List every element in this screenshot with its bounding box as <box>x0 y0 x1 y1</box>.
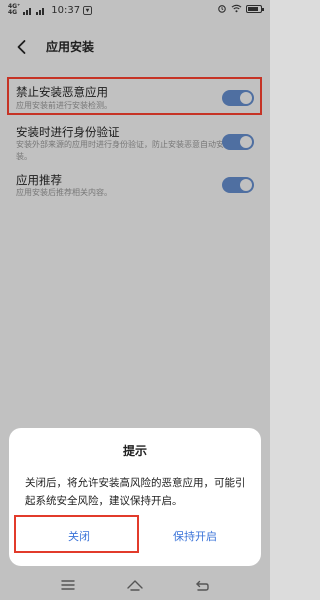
setting-desc: 应用安装前进行安装检测。 <box>16 101 112 110</box>
setting-block-malicious-apps: 禁止安装恶意应用 应用安装前进行安装检测。 <box>0 82 270 116</box>
app-recommend-toggle[interactable] <box>222 177 254 193</box>
notification-badge-icon <box>83 5 93 15</box>
toggle-knob <box>240 179 252 191</box>
setting-block-identity-verify: 安装时进行身份验证 安装外部来源的应用时进行身份验证，防止安装恶意自动安装。 <box>0 124 270 164</box>
system-nav-bar <box>0 570 270 600</box>
setting-desc: 应用安装后推荐相关内容。 <box>16 188 112 197</box>
confirm-dialog: 提示 关闭后，将允许安装高风险的恶意应用，可能引起系统安全风险，建议保持开启。 … <box>9 428 261 566</box>
page-title: 应用安装 <box>46 40 95 54</box>
setting-desc: 安装外部来源的应用时进行身份验证，防止安装恶意自动安装。 <box>16 140 224 161</box>
malicious-apps-toggle[interactable] <box>222 90 254 106</box>
keep-enabled-button[interactable]: 保持开启 <box>141 524 249 550</box>
toggle-knob <box>240 136 252 148</box>
status-bar: 4G⁺ 4G 10:37 <box>0 0 270 20</box>
identity-verify-toggle[interactable] <box>222 134 254 150</box>
setting-title: 安装时进行身份验证 <box>16 125 120 139</box>
setting-title: 应用推荐 <box>16 173 62 187</box>
status-right <box>217 4 264 13</box>
setting-title: 禁止安装恶意应用 <box>16 85 108 99</box>
network-indicator: 4G⁺ 4G <box>8 4 20 16</box>
return-icon[interactable] <box>192 576 212 594</box>
setting-block-app-recommend: 应用推荐 应用安装后推荐相关内容。 <box>0 172 270 206</box>
clock-time: 10:37 <box>51 4 81 16</box>
signal-2-icon <box>36 7 45 15</box>
battery-icon <box>246 4 264 13</box>
alarm-icon <box>218 5 226 13</box>
network-label-bottom: 4G <box>8 9 18 16</box>
close-button[interactable]: 关闭 <box>23 524 135 550</box>
signal-icon <box>23 7 32 15</box>
wifi-icon <box>231 4 242 13</box>
status-left: 4G⁺ 4G 10:37 <box>8 4 93 16</box>
header: 应用安装 <box>0 32 270 62</box>
home-icon[interactable] <box>125 576 145 594</box>
menu-icon[interactable] <box>58 576 78 594</box>
chevron-left-icon[interactable] <box>12 37 32 57</box>
toggle-knob <box>240 92 252 104</box>
dialog-title: 提示 <box>122 444 147 458</box>
dialog-message: 关闭后，将允许安装高风险的恶意应用，可能引起系统安全风险，建议保持开启。 <box>25 477 246 507</box>
